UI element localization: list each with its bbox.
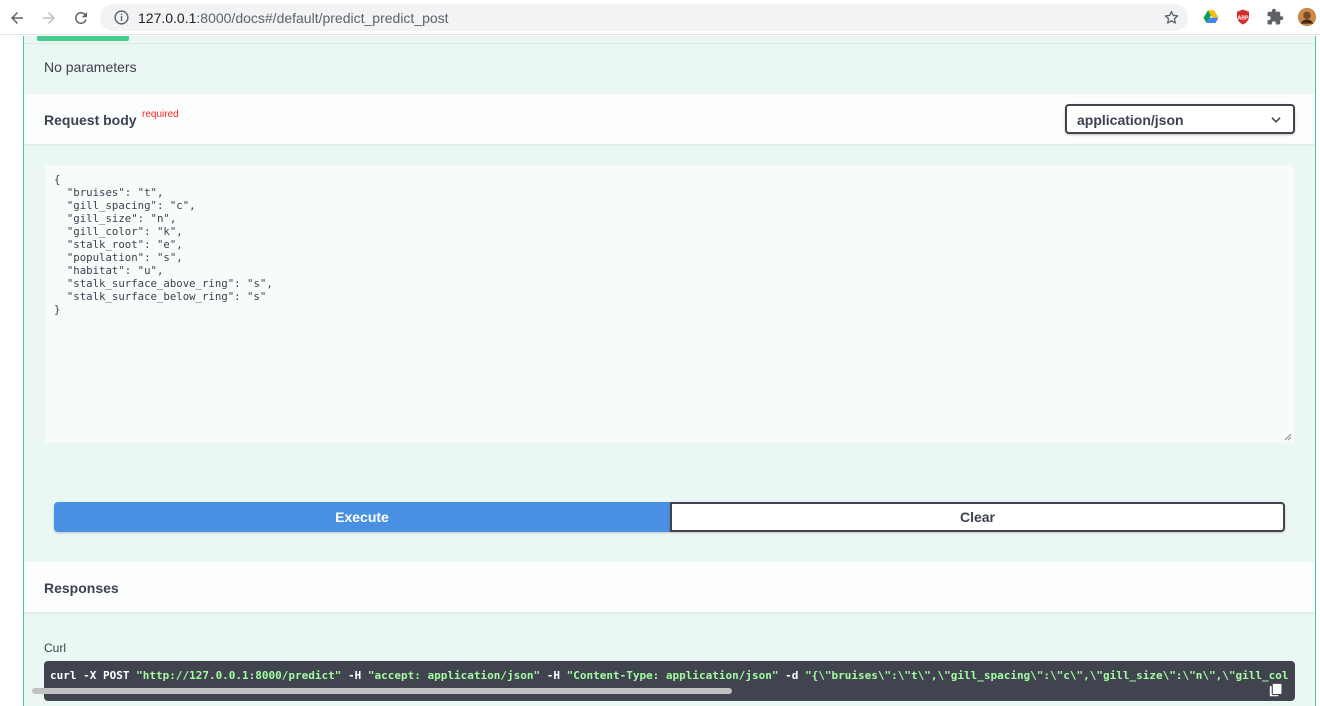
curl-label: Curl [44,641,67,655]
swagger-page: No parameters Request body required appl… [0,36,1320,706]
scrollbar-thumb[interactable] [32,688,732,694]
chevron-down-icon [1271,117,1281,123]
url-text: 127.0.0.1:8000/docs#/default/predict_pre… [138,10,449,26]
copy-icon[interactable] [1267,681,1285,699]
curl-command-box[interactable]: curl -X POST "http://127.0.0.1:8000/pred… [44,661,1295,701]
curl-command: curl -X POST "http://127.0.0.1:8000/pred… [50,669,1289,682]
execute-button[interactable]: Execute [54,502,670,532]
back-icon[interactable] [5,6,29,30]
forward-icon[interactable] [37,6,61,30]
extensions-icon[interactable] [1265,7,1285,27]
no-parameters-text: No parameters [44,59,137,75]
browser-toolbar: 127.0.0.1:8000/docs#/default/predict_pre… [0,0,1320,35]
request-body-editor[interactable]: { "bruises": "t", "gill_spacing": "c", "… [44,164,1295,444]
responses-header: Responses [24,562,1315,612]
responses-title: Responses [44,580,119,596]
request-body-header: Request body required application/json [24,94,1315,144]
divider [24,43,1315,44]
execute-wrapper: Execute Clear [54,502,1285,532]
star-icon[interactable] [1163,9,1180,26]
adblock-icon[interactable]: ABP [1233,7,1253,27]
address-bar[interactable]: 127.0.0.1:8000/docs#/default/predict_pre… [100,4,1188,31]
google-drive-icon[interactable] [1201,7,1221,27]
curl-scrollbar[interactable] [32,688,1275,694]
reload-icon[interactable] [69,6,93,30]
required-label: required [142,109,179,120]
info-icon[interactable] [113,9,130,26]
content-type-value: application/json [1077,112,1184,128]
content-type-select[interactable]: application/json [1065,104,1295,134]
clear-button[interactable]: Clear [670,502,1285,532]
resize-handle-icon[interactable] [1284,433,1292,441]
request-body-title: Request body [44,112,137,128]
parameters-tab-indicator [37,36,129,41]
svg-text:ABP: ABP [1237,15,1249,21]
operation-block-post: No parameters Request body required appl… [23,36,1316,706]
profile-avatar[interactable] [1297,7,1317,27]
request-body-json[interactable]: { "bruises": "t", "gill_spacing": "c", "… [54,173,273,316]
